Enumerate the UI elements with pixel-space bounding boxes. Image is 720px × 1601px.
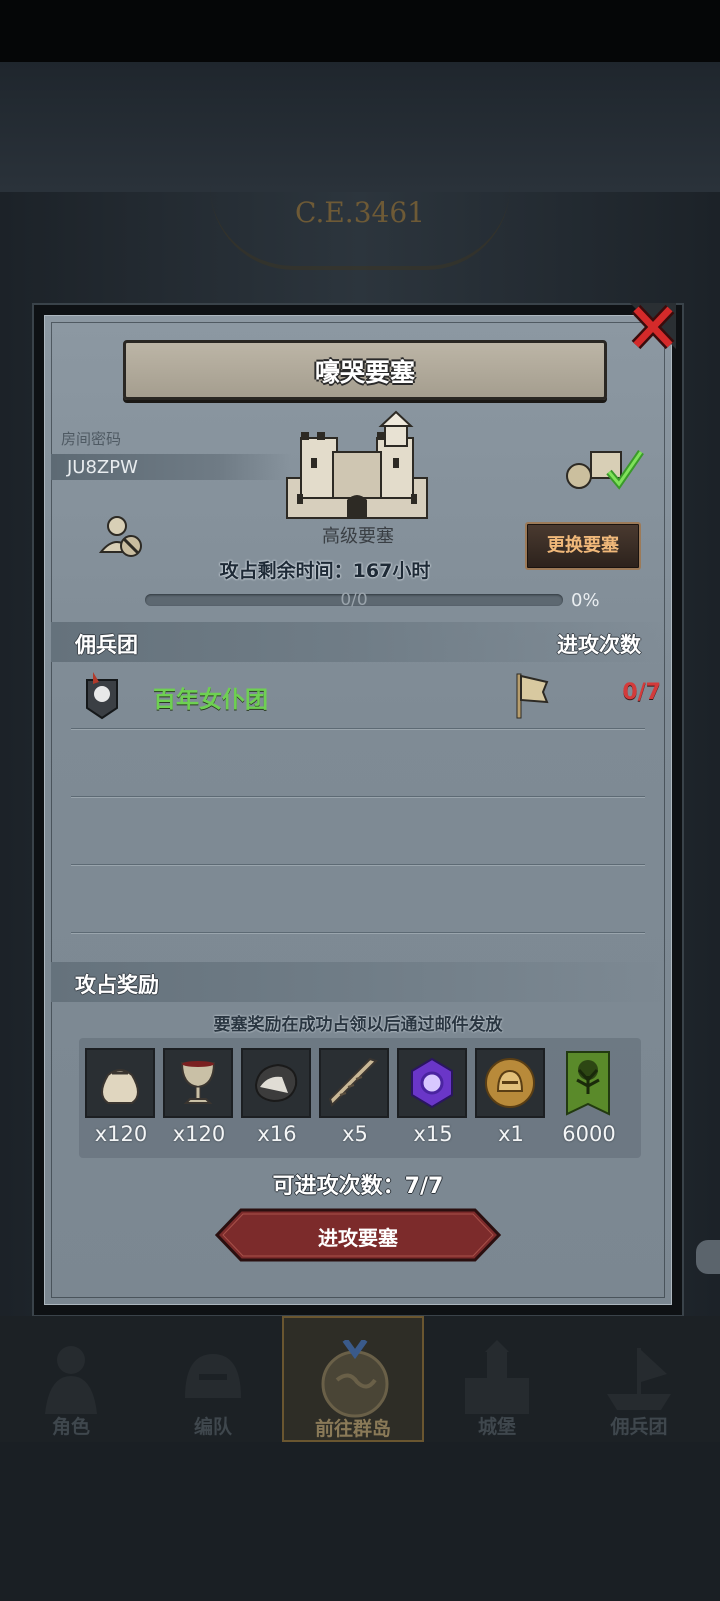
row-divider [71, 796, 645, 797]
knight-icon [45, 1346, 97, 1414]
room-code-label: 房间密码 [61, 430, 122, 448]
goblet-icon [180, 1061, 216, 1104]
helmet-formation-icon [185, 1354, 241, 1398]
ship-icon [607, 1348, 671, 1410]
nav-tab-castle[interactable]: 城堡 [426, 1316, 568, 1442]
mercenary-emblem-icon [86, 672, 118, 720]
era-text: C.E.3461 [295, 196, 425, 229]
bottom-navigation: 角色 编队 前往群岛 城堡 佣兵团 [0, 1316, 720, 1442]
attack-fortress-button[interactable]: 进攻要塞 [215, 1208, 501, 1262]
reward-count: x16 [257, 1122, 297, 1146]
room-code: JU8ZPW [67, 457, 138, 478]
reward-count: x15 [413, 1122, 453, 1146]
mercenary-name: 百年女仆团 [153, 687, 268, 713]
flag-icon [516, 673, 549, 719]
nav-label: 城堡 [477, 1416, 516, 1438]
reward-item[interactable]: x16 [241, 1048, 313, 1146]
reward-items: x120 x120 x16 x5 x15 x1 6000 [79, 1038, 641, 1158]
mercenary-row[interactable]: 百年女仆团 0/7 [71, 672, 667, 732]
rewards-note: 要塞奖励在成功占领以后通过邮件发放 [213, 1015, 503, 1035]
reward-count: x5 [342, 1122, 368, 1146]
reward-count: 6000 [562, 1122, 616, 1146]
row-divider [71, 728, 645, 729]
mercenary-attack-count: 0/7 [622, 680, 661, 705]
loot-check-icon [566, 450, 644, 490]
castle-nav-icon [465, 1340, 529, 1414]
globe-icon [321, 1340, 389, 1418]
bottom-background [0, 1442, 720, 1601]
reward-item[interactable]: x5 [319, 1048, 391, 1146]
nav-label: 角色 [51, 1416, 90, 1438]
rewards-header: 攻占奖励 [75, 973, 159, 997]
mercenary-header: 佣兵团 [75, 633, 138, 657]
attack-button-label: 进攻要塞 [318, 1226, 398, 1250]
castle-icon [286, 410, 428, 519]
tree-banner-icon [566, 1051, 610, 1116]
purple-crystal-icon [411, 1057, 453, 1109]
nav-tab-formation[interactable]: 编队 [142, 1316, 284, 1442]
ore-rock-icon [254, 1063, 298, 1103]
nav-label: 佣兵团 [610, 1416, 668, 1438]
nav-label: 编队 [193, 1416, 232, 1438]
change-fortress-button[interactable]: 更换要塞 [525, 522, 641, 570]
reward-item[interactable]: x1 [475, 1048, 547, 1146]
row-divider [71, 864, 645, 865]
horn-icon [328, 1057, 378, 1107]
progress-percent: 0% [571, 590, 600, 611]
reward-item[interactable]: x120 [163, 1048, 235, 1146]
attack-count-header: 进攻次数 [557, 633, 641, 657]
reward-count: x120 [94, 1122, 148, 1146]
nav-label: 前往群岛 [314, 1418, 391, 1440]
row-divider [71, 932, 645, 933]
title-banner: 嚎哭要塞 [123, 340, 607, 400]
reward-item[interactable]: 6000 [553, 1048, 625, 1146]
nav-tab-islands[interactable]: 前往群岛 [282, 1316, 424, 1442]
reward-item[interactable]: x120 [85, 1048, 157, 1146]
reward-count: x1 [498, 1122, 524, 1146]
no-user-icon [99, 516, 142, 557]
gold-helmet-coin-icon [485, 1058, 535, 1108]
reward-count: x120 [172, 1122, 226, 1146]
background-band [0, 62, 720, 192]
side-expand-tab[interactable] [696, 1240, 720, 1274]
time-left-text: 攻占剩余时间：167小时 [219, 560, 431, 582]
nav-tab-character[interactable]: 角色 [0, 1316, 142, 1442]
dialog-title: 嚎哭要塞 [314, 358, 415, 387]
progress-text: 0/0 [340, 590, 368, 610]
remaining-attacks-text: 可进攻次数：7/7 [272, 1174, 444, 1199]
fortress-dialog: 嚎哭要塞 房间密码 JU8ZPW 高级要塞 攻占剩余时间：167小时 更换要塞 … [32, 303, 684, 1317]
sack-icon [101, 1069, 139, 1104]
status-bar [0, 0, 720, 62]
nav-tab-mercenary[interactable]: 佣兵团 [568, 1316, 710, 1442]
reward-item[interactable]: x15 [397, 1048, 469, 1146]
dialog-panel: 嚎哭要塞 房间密码 JU8ZPW 高级要塞 攻占剩余时间：167小时 更换要塞 … [44, 315, 672, 1305]
close-icon[interactable] [624, 301, 678, 355]
